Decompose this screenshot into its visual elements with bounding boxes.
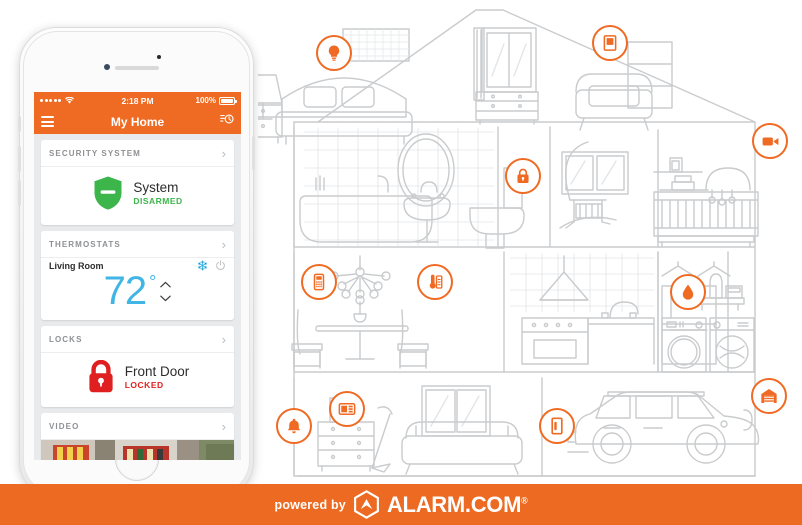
dashboard-cards: SECURITY SYSTEM › System DISARMED THERMO… [34,134,241,460]
security-device-name: System [133,179,179,195]
page-title: My Home [110,114,165,129]
video-card-title: VIDEO [49,422,80,431]
thermostats-card[interactable]: THERMOSTATS › Living Room 72 ° [41,231,234,320]
light-bulb-badge[interactable] [316,35,352,71]
video-thumbnail[interactable] [41,440,234,460]
chevron-right-icon[interactable]: › [222,420,226,433]
settings-history-icon[interactable] [220,112,234,131]
padlock-icon [517,168,529,184]
thermostat-mode-icons [197,260,226,271]
doorbell-badge[interactable] [276,408,312,444]
light-bulb-icon [328,45,340,61]
bell-icon [287,418,301,434]
registered-mark: ® [521,495,528,506]
water-sensor-badge[interactable] [670,274,706,310]
locks-card[interactable]: LOCKS › Front Door LOCKED [41,326,234,407]
lock-status-row[interactable]: Front Door LOCKED [41,353,234,407]
water-drop-icon [682,284,694,300]
security-panel-icon [313,273,325,291]
thermostat-steppers[interactable] [160,281,172,302]
thermostat-temperature-row[interactable]: 72 ° [41,271,234,320]
window-shade-icon [603,35,617,51]
status-bar-left [40,97,121,104]
chevron-right-icon[interactable]: › [222,238,226,251]
chevron-up-icon [160,281,172,287]
touchscreen-panel-icon [338,403,356,415]
wifi-icon [65,97,74,104]
security-system-card[interactable]: SECURITY SYSTEM › System DISARMED [41,140,234,225]
screenshot-stage: 2:18 PM 100% My Home SECURITY SYSTEM › S… [0,0,802,525]
status-bar-right: 100% [154,96,237,105]
hamburger-menu-icon[interactable] [41,116,54,127]
signal-dots-icon [40,99,61,102]
chevron-down-icon [160,295,172,301]
locks-card-title: LOCKS [49,335,83,344]
garage-door-badge[interactable] [751,378,787,414]
thermostat-icon [429,274,443,289]
app-nav-bar: My Home [34,109,241,134]
earpiece-speaker [114,66,159,70]
house-cutaway-diagram [258,0,802,484]
video-card[interactable]: VIDEO › [41,413,234,460]
front-camera [104,64,110,70]
door-lock-badge[interactable] [505,158,541,194]
thermostats-card-header[interactable]: THERMOSTATS › [41,231,234,257]
shield-disarmed-icon [94,176,122,210]
video-camera-icon [762,137,778,145]
security-card-title: SECURITY SYSTEM [49,149,141,158]
security-card-header[interactable]: SECURITY SYSTEM › [41,140,234,166]
thermostat-badge[interactable] [417,264,453,300]
chevron-right-icon[interactable]: › [222,333,226,346]
footer-logo-group: powered by ALARM.COM® [275,490,528,519]
snowflake-cool-icon [198,260,207,271]
garage-door-icon [761,388,777,404]
lock-state: LOCKED [124,380,164,391]
silent-switch[interactable] [18,116,21,132]
lock-device-name: Front Door [124,363,190,379]
battery-full-icon [219,96,237,105]
chevron-right-icon[interactable]: › [222,147,226,160]
door-sensor-icon [551,417,563,435]
power-button[interactable] [252,136,255,170]
locks-card-header[interactable]: LOCKS › [41,326,234,352]
battery-percent-label: 100% [195,96,216,105]
thermostat-temperature: 72 [103,269,147,313]
security-status-row[interactable]: System DISARMED [41,167,234,225]
thermostats-card-title: THERMOSTATS [49,240,121,249]
iphone-device: 2:18 PM 100% My Home SECURITY SYSTEM › S… [18,27,255,499]
footer-powered-label: powered by [274,497,346,512]
proximity-sensor [157,55,161,59]
footer-brand-label: ALARM.COM® [386,491,528,517]
video-camera-badge[interactable] [752,123,788,159]
app-screen: 2:18 PM 100% My Home SECURITY SYSTEM › S… [34,92,241,460]
touchscreen-panel-badge[interactable] [329,391,365,427]
volume-up-button[interactable] [18,146,21,172]
video-card-header[interactable]: VIDEO › [41,413,234,439]
window-shade-badge[interactable] [592,25,628,61]
status-bar-time: 2:18 PM [121,95,154,106]
security-panel-badge[interactable] [301,264,337,300]
security-text: System DISARMED [133,180,182,207]
lock-text: Front Door LOCKED [125,364,190,391]
footer-banner: powered by ALARM.COM® [0,484,802,525]
padlock-locked-icon [89,360,113,393]
security-state: DISARMED [133,196,183,207]
status-bar: 2:18 PM 100% [34,92,241,109]
alarm-hexagon-logo-icon [354,490,379,519]
degree-symbol: ° [149,271,157,292]
power-icon [216,260,225,270]
door-sensor-badge[interactable] [539,408,575,444]
volume-down-button[interactable] [18,180,21,206]
